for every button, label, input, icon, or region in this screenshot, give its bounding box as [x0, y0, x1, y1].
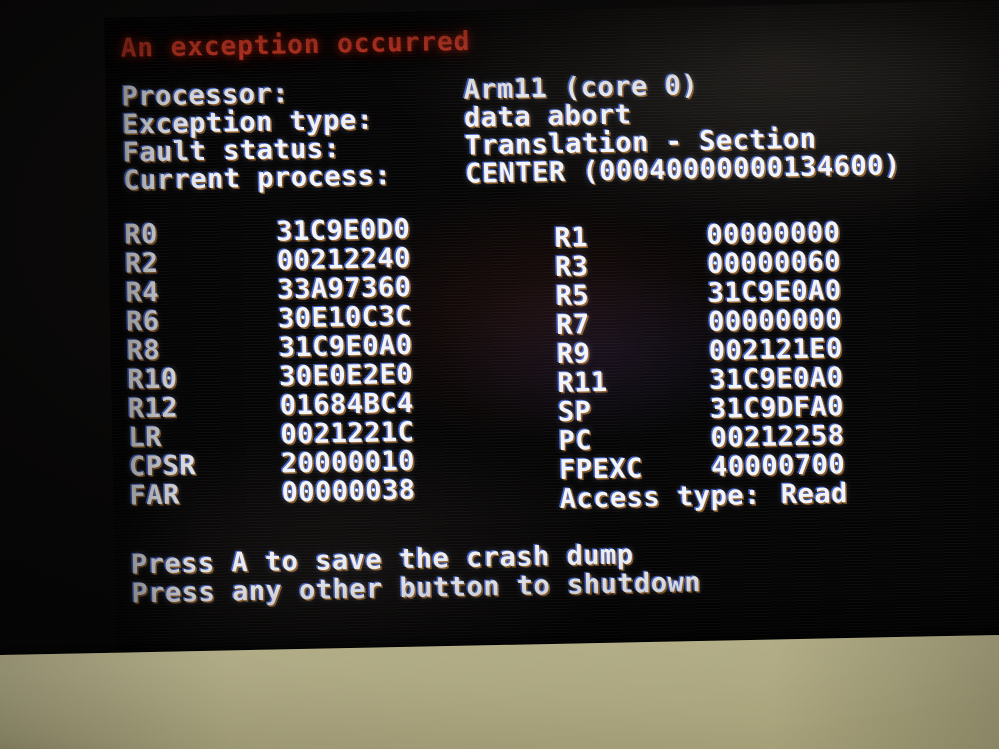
register-value: 00000000 — [706, 217, 841, 251]
register-value: 40000700 — [710, 449, 846, 483]
key-prompts: Press A to save the crash dump Press any… — [131, 533, 999, 609]
register-value: 31C9E0A0 — [707, 275, 842, 309]
register-name: R11 — [557, 366, 609, 399]
register-value: 002121E0 — [708, 333, 844, 367]
register-name: R8 — [126, 334, 161, 367]
access-type-value: Read — [780, 478, 849, 511]
register-value: 31C9E0A0 — [278, 329, 413, 364]
register-name: R5 — [555, 280, 590, 312]
register-name: R6 — [125, 305, 160, 338]
exception-heading-row: An exception occurred — [120, 17, 999, 64]
register-name: SP — [557, 396, 592, 428]
register-value: 00212258 — [710, 420, 845, 454]
register-name: R0 — [124, 218, 159, 251]
register-name: R12 — [127, 392, 179, 425]
register-column-right: R1 00000000 R3 00000060 R5 31C9E0A0 R7 0… — [554, 204, 990, 515]
access-type-row: Access type: Read — [559, 477, 989, 515]
register-value: 30E10C3C — [277, 300, 413, 335]
exception-info-block: Processor: Arm11 (core 0) Exception type… — [121, 65, 999, 197]
register-value: 01684BC4 — [279, 387, 415, 422]
register-value: 31C9DFA0 — [709, 391, 845, 425]
register-name: R9 — [556, 338, 591, 370]
desk-shading — [0, 634, 999, 749]
register-value: 31C9E0A0 — [709, 362, 844, 396]
register-name: R10 — [126, 363, 178, 396]
register-name: R1 — [554, 222, 589, 254]
register-name: PC — [558, 425, 593, 457]
register-value: 00000038 — [281, 474, 416, 509]
access-type-label: Access type: — [559, 479, 762, 515]
register-value: 30E0E2E0 — [278, 358, 414, 393]
register-dump: R0 31C9E0D0 R2 00212240 R4 33A97360 R6 3… — [124, 203, 999, 523]
register-value: 20000010 — [280, 445, 416, 480]
register-value: 33A97360 — [277, 271, 412, 306]
register-name: R7 — [555, 309, 591, 341]
monitor-screen: An exception occurred Processor: Arm11 (… — [104, 0, 999, 666]
register-value: 0021221C — [280, 416, 415, 451]
register-name: R2 — [124, 247, 159, 280]
register-name: FPEXC — [558, 453, 644, 486]
register-column-left: R0 31C9E0D0 R2 00212240 R4 33A97360 R6 3… — [124, 213, 560, 524]
register-value: 00212240 — [276, 242, 412, 277]
register-name: CPSR — [128, 450, 197, 483]
register-value: 00000000 — [707, 304, 843, 338]
desk-surface — [0, 634, 999, 749]
register-name: LR — [128, 421, 163, 454]
info-label-current-process: Current process: — [122, 160, 392, 197]
exception-heading: An exception occurred — [120, 26, 471, 64]
register-name: FAR — [129, 479, 181, 512]
register-name: R3 — [554, 251, 589, 283]
register-value: 00000060 — [706, 246, 842, 280]
photograph-of-monitor: An exception occurred Processor: Arm11 (… — [0, 0, 999, 749]
register-name: R4 — [125, 276, 160, 309]
register-value: 31C9E0D0 — [276, 213, 411, 248]
crash-dump-console: An exception occurred Processor: Arm11 (… — [120, 17, 999, 610]
